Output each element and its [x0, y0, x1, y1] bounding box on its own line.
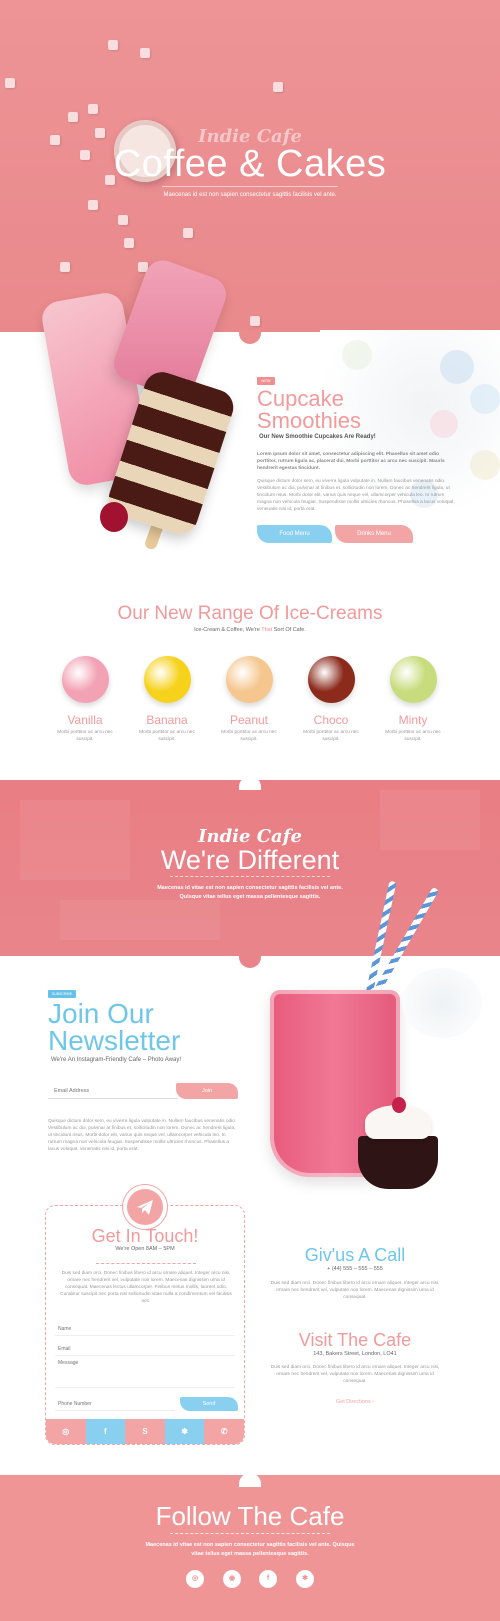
subscribe-badge: SUBSCRIBE	[48, 990, 76, 998]
smoothies-title: Cupcake Smoothies	[257, 388, 457, 432]
cupcakes-background-image	[402, 968, 482, 1038]
icecream-description: Morbi porttitor ac arcu nec suscipit.	[303, 730, 359, 742]
marshmallow-decoration	[183, 228, 193, 238]
icecream-name: Peanut	[229, 713, 269, 727]
newsletter-paragraph: Quisque dictum dolor sem, eu viverra lig…	[48, 1119, 237, 1152]
footer-divider	[170, 1533, 330, 1534]
send-button[interactable]: Send	[180, 1397, 238, 1411]
section-notch	[239, 954, 261, 968]
marshmallow-decoration	[68, 112, 78, 122]
visit-paragraph: Duis sed diam orci. Donec finibus libero…	[270, 1365, 440, 1384]
email-field[interactable]	[55, 1342, 235, 1356]
get-directions-link[interactable]: Get Directions ›	[255, 1399, 455, 1405]
smoothies-title-line1: Cupcake	[257, 386, 344, 411]
smoothies-paragraph-bold: Lorem ipsum dolor sit amet, consectetur …	[257, 452, 445, 471]
icecream-name: Minty	[398, 713, 428, 727]
food-menu-button[interactable]: Food Menu	[257, 525, 332, 543]
footer-title: Follow The Cafe	[155, 1501, 345, 1531]
icecream-scoop-image	[144, 656, 191, 703]
dribbble-icon[interactable]: ◉	[223, 1570, 241, 1588]
footer-subtitle-line2: vitae tellus eget massa pellentesque sag…	[191, 1551, 309, 1557]
cafe-address: 143, Bakers Street, London, LO41	[313, 1351, 397, 1357]
icecream-scoop-image	[226, 656, 273, 703]
different-title: We're Different	[160, 845, 340, 875]
icecream-name: Choco	[313, 713, 349, 727]
icecream-name: Banana	[146, 713, 188, 727]
visit-title: Visit The Cafe	[298, 1330, 412, 1350]
hero-divider	[162, 186, 338, 187]
drinks-menu-button[interactable]: Drinks Menu	[335, 525, 413, 543]
section-notch	[239, 330, 261, 344]
call-paragraph: Duis sed diam orci. Donec finibus libero…	[270, 1281, 440, 1300]
opening-hours: We're Open 8AM – 5PM	[115, 1246, 175, 1252]
whatsapp-icon[interactable]: ✆	[204, 1419, 244, 1444]
yelp-icon[interactable]: ✱	[296, 1570, 314, 1588]
icecream-scoop-image	[390, 656, 437, 703]
smoothies-title-line2: Smoothies	[257, 408, 361, 433]
section-notch	[239, 776, 261, 790]
raspberry-decoration	[392, 1097, 406, 1113]
icecream-name: Vanilla	[67, 713, 103, 727]
telegram-icon	[137, 1200, 153, 1215]
icecream-description: Morbi porttitor ac arcu nec suscipit.	[139, 730, 195, 742]
hero-subtitle: Maecenas id est non sapien consectetur s…	[163, 192, 337, 198]
icecream-description: Morbi porttitor ac arcu nec suscipit.	[385, 730, 441, 742]
telegram-icon-circle	[127, 1189, 163, 1225]
footer-subtitle: Maecenas id vitae est non sapien consect…	[130, 1541, 370, 1559]
marshmallow-decoration	[60, 262, 70, 272]
join-button[interactable]: Join	[176, 1083, 238, 1099]
smoothies-paragraph: Quisque dictum dolor sem, eu viverra lig…	[257, 479, 455, 512]
smoothies-subtitle: Our New Smoothie Cupcakes Are Ready!	[259, 434, 376, 440]
marshmallow-decoration	[108, 40, 118, 50]
icecream-scoop-image	[62, 656, 109, 703]
message-field[interactable]	[55, 1360, 235, 1388]
icecream-scoop-image	[308, 656, 355, 703]
newsletter-title-line1: Join Our	[48, 998, 154, 1029]
marshmallow-decoration	[124, 238, 134, 248]
marshmallow-decoration	[273, 82, 283, 92]
contact-title: Get In Touch!	[91, 1226, 199, 1246]
contact-paragraph: Duis sed diam orci. Donec finibus libero…	[60, 1271, 232, 1304]
instagram-icon[interactable]: ◎	[46, 1419, 86, 1444]
icecream-description: Morbi porttitor ac arcu nec suscipit.	[57, 730, 113, 742]
marshmallow-decoration	[140, 48, 150, 58]
yelp-icon[interactable]: ✱	[164, 1419, 205, 1444]
newsletter-title-line2: Newsletter	[48, 1025, 181, 1056]
different-script-title: Indie Cafe	[198, 826, 302, 847]
hero-title: Coffee & Cakes	[113, 143, 387, 185]
phone-field[interactable]	[55, 1397, 175, 1411]
different-subtitle-line1: Maecenas id vitae est non sapien consect…	[157, 885, 343, 891]
different-divider	[170, 876, 330, 877]
facebook-icon[interactable]: f	[85, 1419, 126, 1444]
marshmallow-decoration	[118, 215, 128, 225]
icecreams-title: Our New Range Of Ice-Creams	[117, 603, 383, 624]
call-title: Giv'us A Call	[304, 1245, 406, 1265]
marshmallow-decoration	[88, 200, 98, 210]
contact-social-bar: ◎ f S ✱ ✆	[46, 1419, 244, 1444]
new-badge: NEW	[257, 377, 275, 385]
newsletter-subtitle: We're An Instagram-Friendly Cafe – Photo…	[51, 1057, 181, 1063]
newsletter-title: Join Our Newsletter	[48, 998, 278, 1056]
contact-divider	[96, 1263, 196, 1264]
icecream-description: Morbi porttitor ac arcu nec suscipit.	[221, 730, 277, 742]
different-subtitle-line2: Quisque vitae tellus eget massa pellente…	[179, 894, 321, 900]
marshmallow-decoration	[250, 316, 260, 326]
phone-number[interactable]: + (44) 555 – 555 – 555	[255, 1266, 455, 1272]
icecreams-subtitle: Ice-Cream & Coffee, We're That Sort Of C…	[194, 627, 306, 633]
marshmallow-decoration	[88, 104, 98, 114]
facebook-icon[interactable]: f	[259, 1570, 277, 1588]
different-subtitle: Maecenas id vitae est non sapien consect…	[140, 884, 360, 902]
newsletter-email-input[interactable]	[48, 1083, 178, 1099]
name-field[interactable]	[55, 1322, 235, 1336]
footer-subtitle-line1: Maecenas id vitae est non sapien consect…	[145, 1542, 355, 1548]
skype-icon[interactable]: S	[125, 1419, 165, 1444]
cupcake-image	[358, 1136, 438, 1189]
instagram-icon[interactable]: ◎	[186, 1570, 204, 1588]
marshmallow-decoration	[5, 78, 15, 88]
